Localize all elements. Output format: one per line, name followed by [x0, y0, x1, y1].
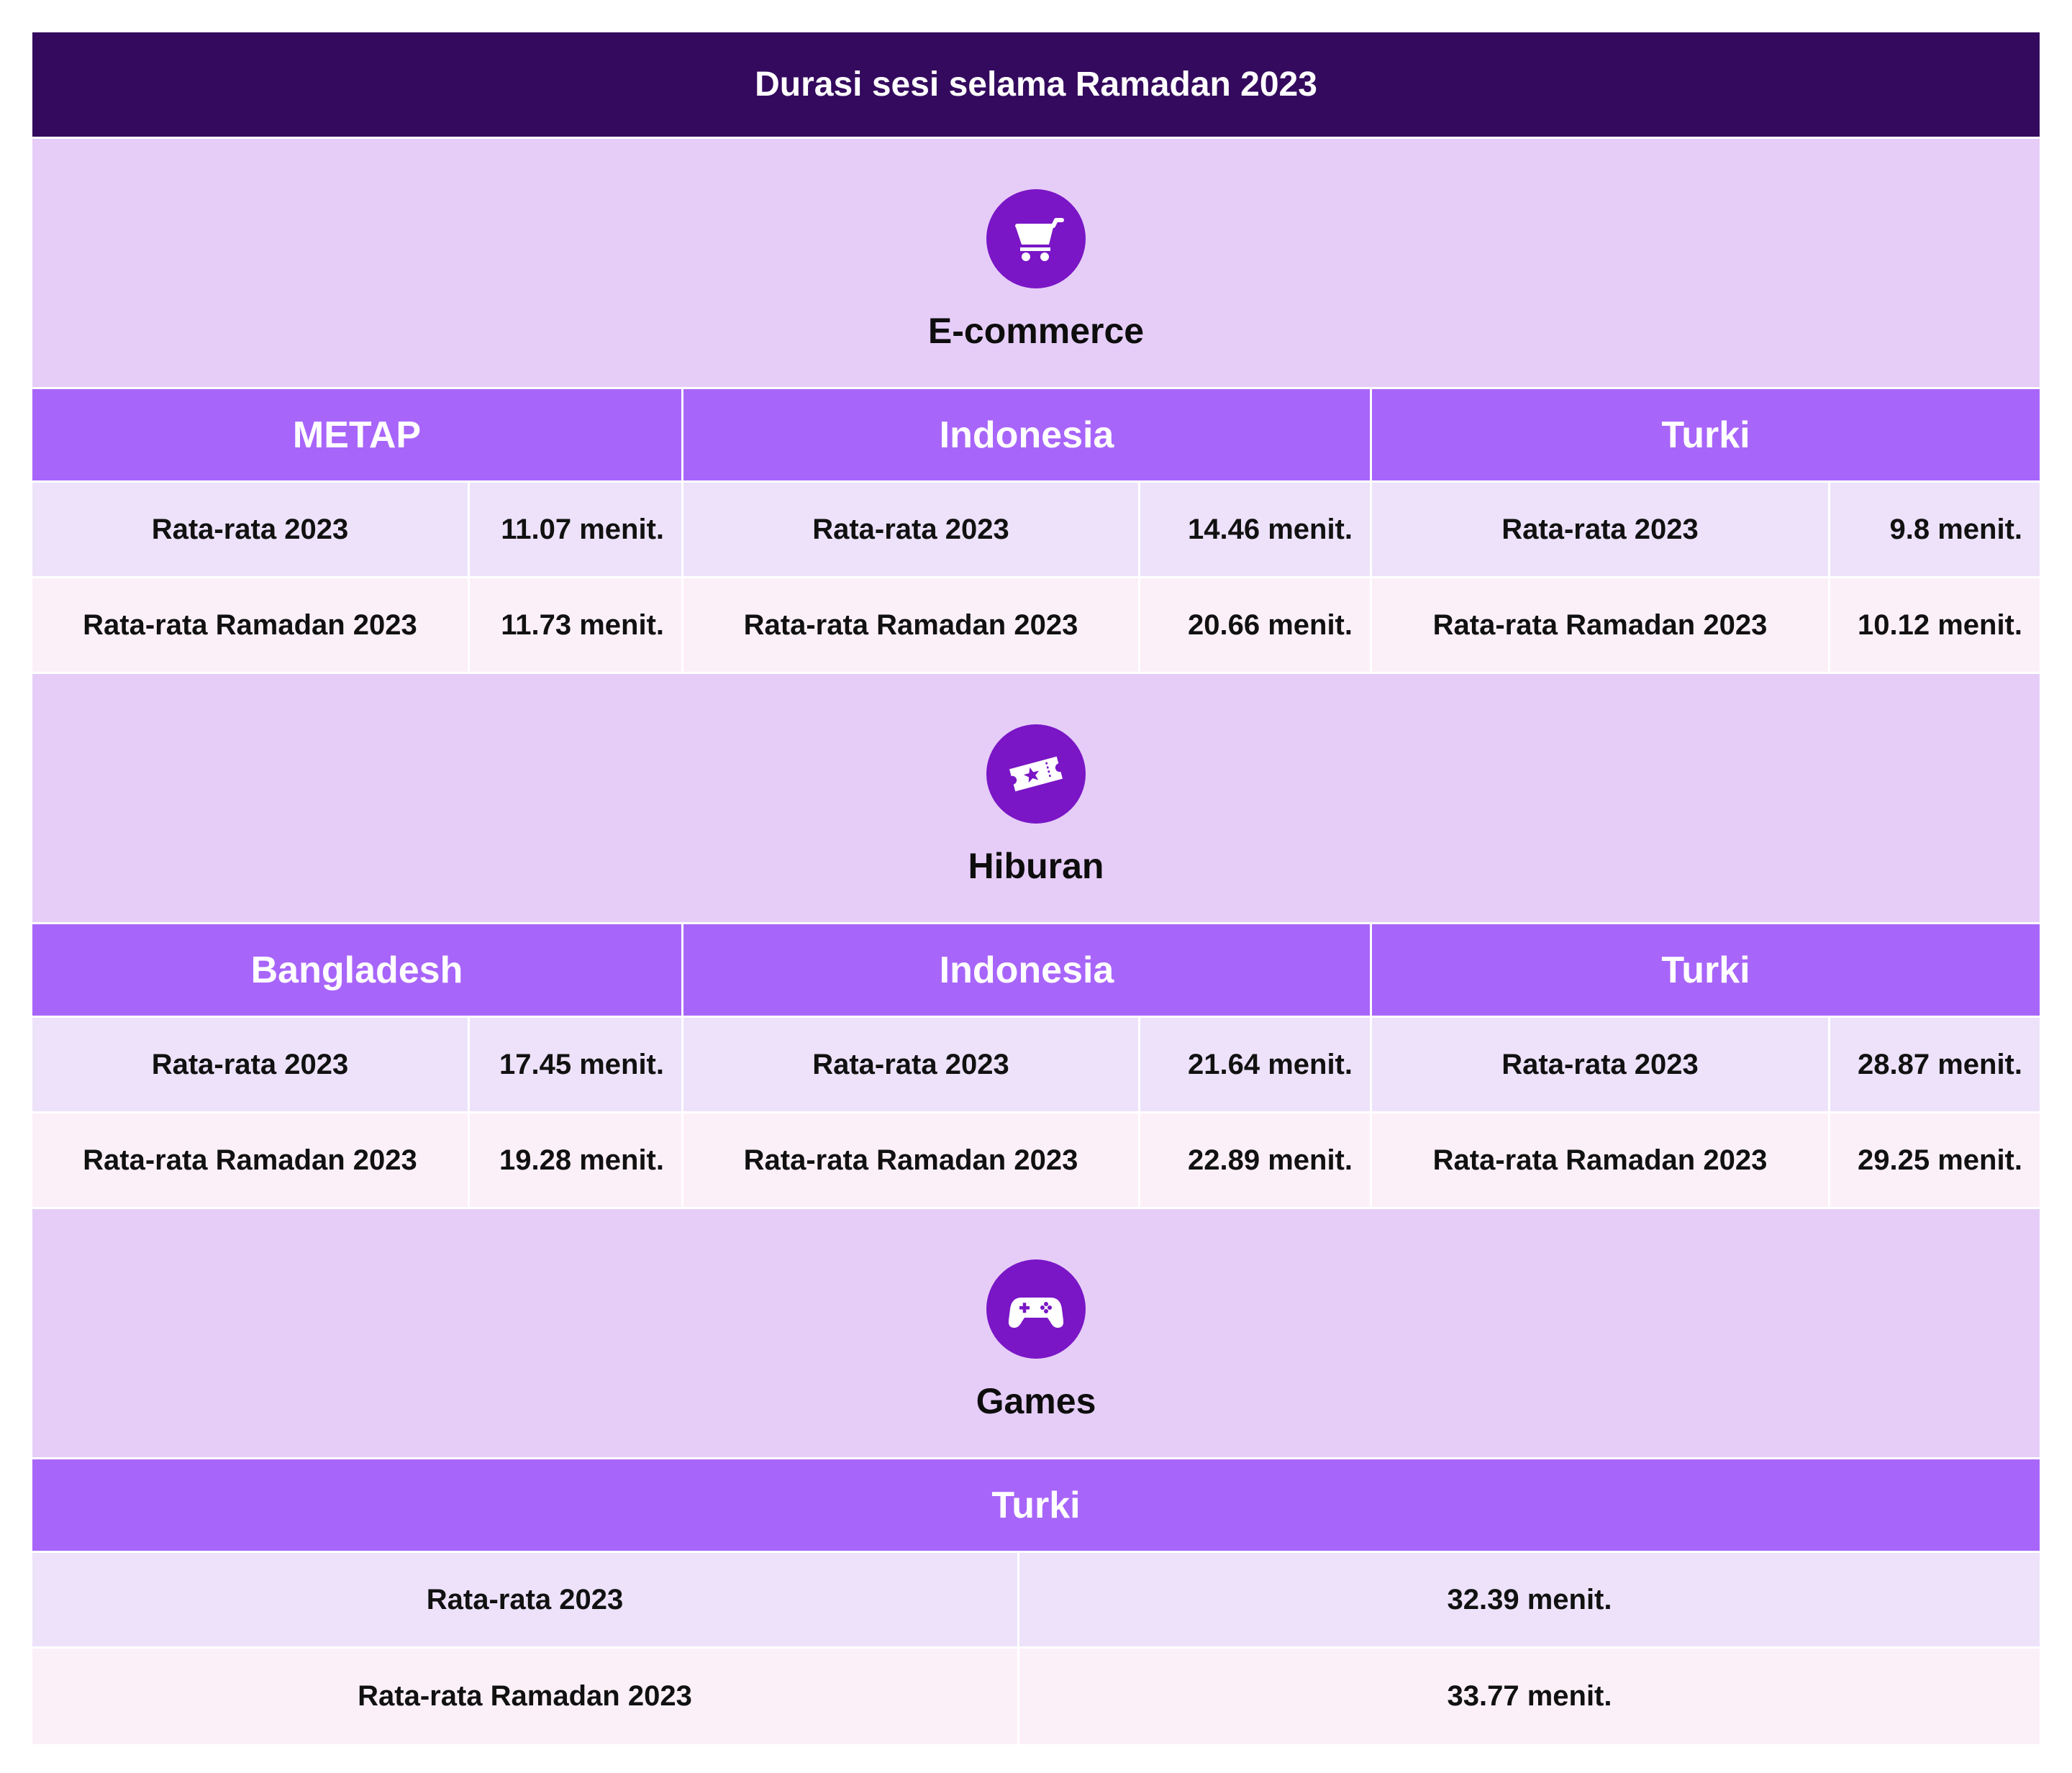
region-block: Bangladesh Rata-rata 2023 17.45 menit. R…: [32, 924, 683, 1209]
session-duration-table: Durasi sesi selama Ramadan 2023 E-commer…: [32, 32, 2040, 1744]
table-row: Rata-rata 2023 9.8 menit.: [1372, 483, 2040, 578]
section-title: E-commerce: [927, 311, 1145, 351]
table-row: Rata-rata 2023 28.87 menit.: [1372, 1018, 2040, 1113]
row-label: Rata-rata Ramadan 2023: [32, 578, 470, 672]
table-row: Rata-rata Ramadan 2023 19.28 menit.: [32, 1113, 681, 1209]
row-value: 11.73 menit.: [501, 609, 664, 641]
row-label: Rata-rata Ramadan 2023: [683, 578, 1140, 672]
table-row: Rata-rata 2023 32.39 menit.: [32, 1553, 2040, 1649]
row-value: 22.89 menit.: [1187, 1144, 1353, 1176]
section-header-ecommerce: E-commerce: [32, 139, 2040, 389]
shopping-cart-icon-graphic: [1015, 218, 1064, 261]
row-label: Rata-rata Ramadan 2023: [683, 1113, 1140, 1207]
section-header-games: Games: [32, 1209, 2040, 1459]
region-block: Turki Rata-rata 2023 32.39 menit. Rata-r…: [32, 1459, 2040, 1744]
row-label: Rata-rata 2023: [1372, 483, 1830, 576]
shopping-cart-icon: [986, 189, 1086, 288]
region-block: Indonesia Rata-rata 2023 21.64 menit. Ra…: [683, 924, 1372, 1209]
row-value: 11.07 menit.: [501, 513, 664, 545]
table-row: Rata-rata 2023 21.64 menit.: [683, 1018, 1370, 1113]
row-value: 19.28 menit.: [499, 1144, 664, 1176]
section-title: Games: [976, 1381, 1096, 1421]
row-value: 17.45 menit.: [499, 1048, 664, 1080]
region-group-hiburan: Bangladesh Rata-rata 2023 17.45 menit. R…: [32, 924, 2040, 1209]
region-header: Bangladesh: [32, 924, 681, 1018]
region-header: METAP: [32, 389, 681, 483]
region-block: Turki Rata-rata 2023 9.8 menit. Rata-rat…: [1372, 389, 2040, 674]
table-row: Rata-rata Ramadan 2023 10.12 menit.: [1372, 578, 2040, 674]
table-row: Rata-rata Ramadan 2023 11.73 menit.: [32, 578, 681, 674]
region-header: Indonesia: [683, 924, 1370, 1018]
table-row: Rata-rata Ramadan 2023 20.66 menit.: [683, 578, 1370, 674]
row-label: Rata-rata Ramadan 2023: [1372, 1113, 1830, 1207]
row-label: Rata-rata 2023: [32, 1553, 1019, 1646]
region-group-games: Turki Rata-rata 2023 32.39 menit. Rata-r…: [32, 1459, 2040, 1744]
gamepad-icon-graphic: [1008, 1298, 1064, 1328]
row-label: Rata-rata 2023: [32, 1018, 470, 1111]
region-block: Turki Rata-rata 2023 28.87 menit. Rata-r…: [1372, 924, 2040, 1209]
region-header: Turki: [1372, 389, 2040, 483]
table-title: Durasi sesi selama Ramadan 2023: [32, 32, 2040, 139]
section-header-hiburan: Hiburan: [32, 674, 2040, 924]
row-label: Rata-rata 2023: [683, 483, 1140, 576]
row-label: Rata-rata 2023: [32, 483, 470, 576]
table-row: Rata-rata Ramadan 2023 33.77 menit.: [32, 1649, 2040, 1744]
region-block: METAP Rata-rata 2023 11.07 menit. Rata-r…: [32, 389, 683, 674]
region-group-ecommerce: METAP Rata-rata 2023 11.07 menit. Rata-r…: [32, 389, 2040, 674]
row-value: 33.77 menit.: [1447, 1680, 1612, 1712]
row-value: 32.39 menit.: [1447, 1583, 1612, 1615]
row-label: Rata-rata 2023: [1372, 1018, 1830, 1111]
region-header: Indonesia: [683, 389, 1370, 483]
table-row: Rata-rata 2023 14.46 menit.: [683, 483, 1370, 578]
row-label: Rata-rata 2023: [683, 1018, 1140, 1111]
row-value: 28.87 menit.: [1857, 1048, 2022, 1080]
table-row: Rata-rata 2023 17.45 menit.: [32, 1018, 681, 1113]
row-value: 9.8 menit.: [1889, 513, 2022, 545]
table-row: Rata-rata Ramadan 2023 22.89 menit.: [683, 1113, 1370, 1209]
row-label: Rata-rata Ramadan 2023: [32, 1113, 470, 1207]
section-title: Hiburan: [968, 846, 1104, 886]
gamepad-icon: [986, 1259, 1086, 1359]
region-header: Turki: [1372, 924, 2040, 1018]
row-value: 20.66 menit.: [1187, 609, 1353, 641]
ticket-star-icon-graphic: [1009, 756, 1063, 792]
table-row: Rata-rata 2023 11.07 menit.: [32, 483, 681, 578]
row-label: Rata-rata Ramadan 2023: [1372, 578, 1830, 672]
table-row: Rata-rata Ramadan 2023 29.25 menit.: [1372, 1113, 2040, 1209]
row-value: 14.46 menit.: [1187, 513, 1353, 545]
row-label: Rata-rata Ramadan 2023: [32, 1649, 1019, 1744]
region-header: Turki: [32, 1459, 2040, 1553]
region-block: Indonesia Rata-rata 2023 14.46 menit. Ra…: [683, 389, 1372, 674]
row-value: 10.12 menit.: [1857, 609, 2022, 641]
row-value: 21.64 menit.: [1187, 1048, 1353, 1080]
ticket-star-icon: [986, 724, 1086, 824]
row-value: 29.25 menit.: [1857, 1144, 2022, 1176]
